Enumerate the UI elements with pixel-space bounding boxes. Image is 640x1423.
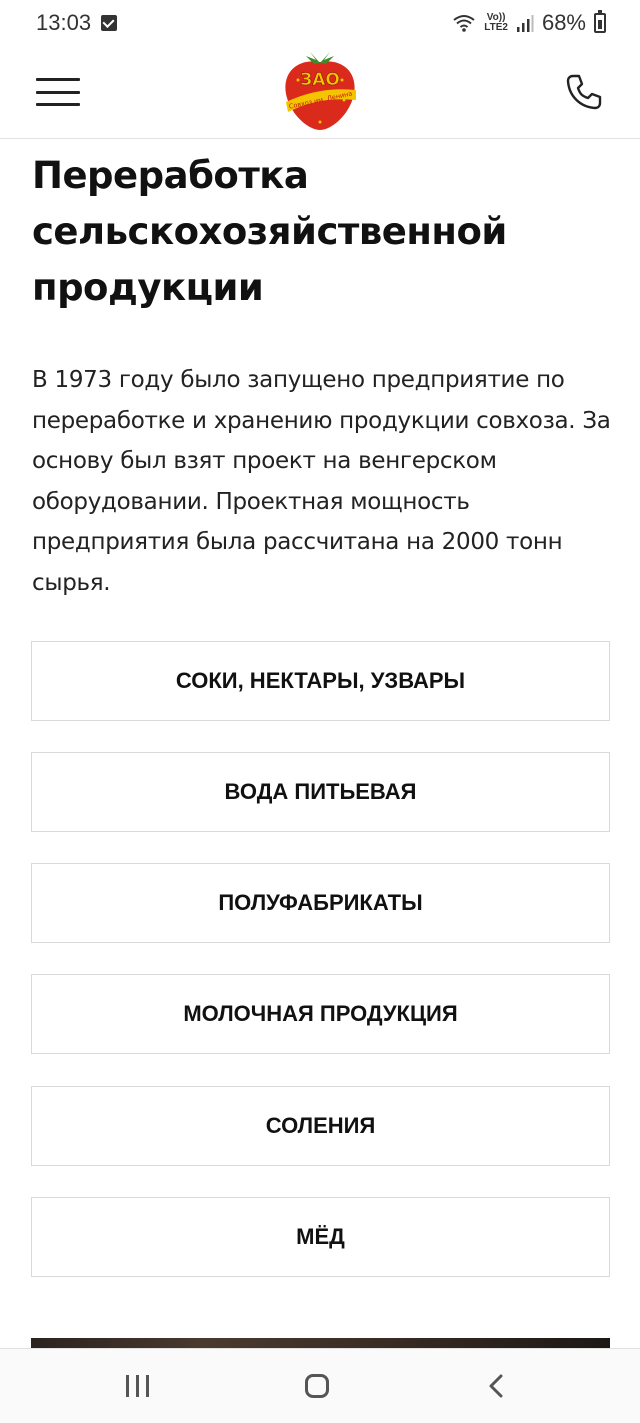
category-button-juices[interactable]: СОКИ, НЕКТАРЫ, УЗВАРЫ xyxy=(31,641,610,721)
wifi-icon xyxy=(453,15,475,32)
category-label: ПОЛУФАБРИКАТЫ xyxy=(218,890,423,915)
back-icon[interactable] xyxy=(487,1373,505,1399)
category-label: СОКИ, НЕКТАРЫ, УЗВАРЫ xyxy=(175,668,466,693)
company-logo[interactable]: ЗАО Совхоз им. Ленина xyxy=(280,50,360,134)
category-button-dairy[interactable]: МОЛОЧНАЯ ПРОДУКЦИЯ xyxy=(31,974,610,1054)
category-label: МОЛОЧНАЯ ПРОДУКЦИЯ xyxy=(183,1001,458,1026)
page-title: Переработка сельскохозяйственной продукц… xyxy=(32,154,507,309)
category-label: МЁД xyxy=(296,1224,345,1249)
home-icon[interactable] xyxy=(305,1374,329,1398)
category-button-semi-finished[interactable]: ПОЛУФАБРИКАТЫ xyxy=(31,863,610,943)
site-header: ЗАО Совхоз им. Ленина xyxy=(0,46,640,139)
lead-paragraph: В 1973 году было запущено предприятие по… xyxy=(32,367,611,596)
status-bar: 13:03 Vo)) LTE2 68% xyxy=(0,0,640,46)
lte-label: LTE2 xyxy=(484,22,508,33)
battery-percent: 68% xyxy=(541,10,586,35)
phone-icon[interactable] xyxy=(564,72,604,112)
network-type: Vo)) LTE2 xyxy=(484,13,508,33)
status-time: 13:03 xyxy=(36,10,92,35)
hamburger-menu-icon[interactable] xyxy=(36,78,80,106)
category-button-water[interactable]: ВОДА ПИТЬЕВАЯ xyxy=(31,752,610,832)
logo-text: ЗАО xyxy=(300,70,340,90)
category-label: СОЛЕНИЯ xyxy=(265,1113,376,1138)
system-navigation-bar xyxy=(0,1348,640,1423)
category-label: ВОДА ПИТЬЕВАЯ xyxy=(224,779,417,804)
checkbox-notification-icon xyxy=(101,15,118,31)
category-button-pickles[interactable]: СОЛЕНИЯ xyxy=(31,1086,610,1166)
category-button-honey[interactable]: МЁД xyxy=(31,1197,610,1277)
signal-icon xyxy=(516,15,534,32)
recent-apps-icon[interactable] xyxy=(126,1375,150,1397)
battery-icon xyxy=(594,10,606,33)
